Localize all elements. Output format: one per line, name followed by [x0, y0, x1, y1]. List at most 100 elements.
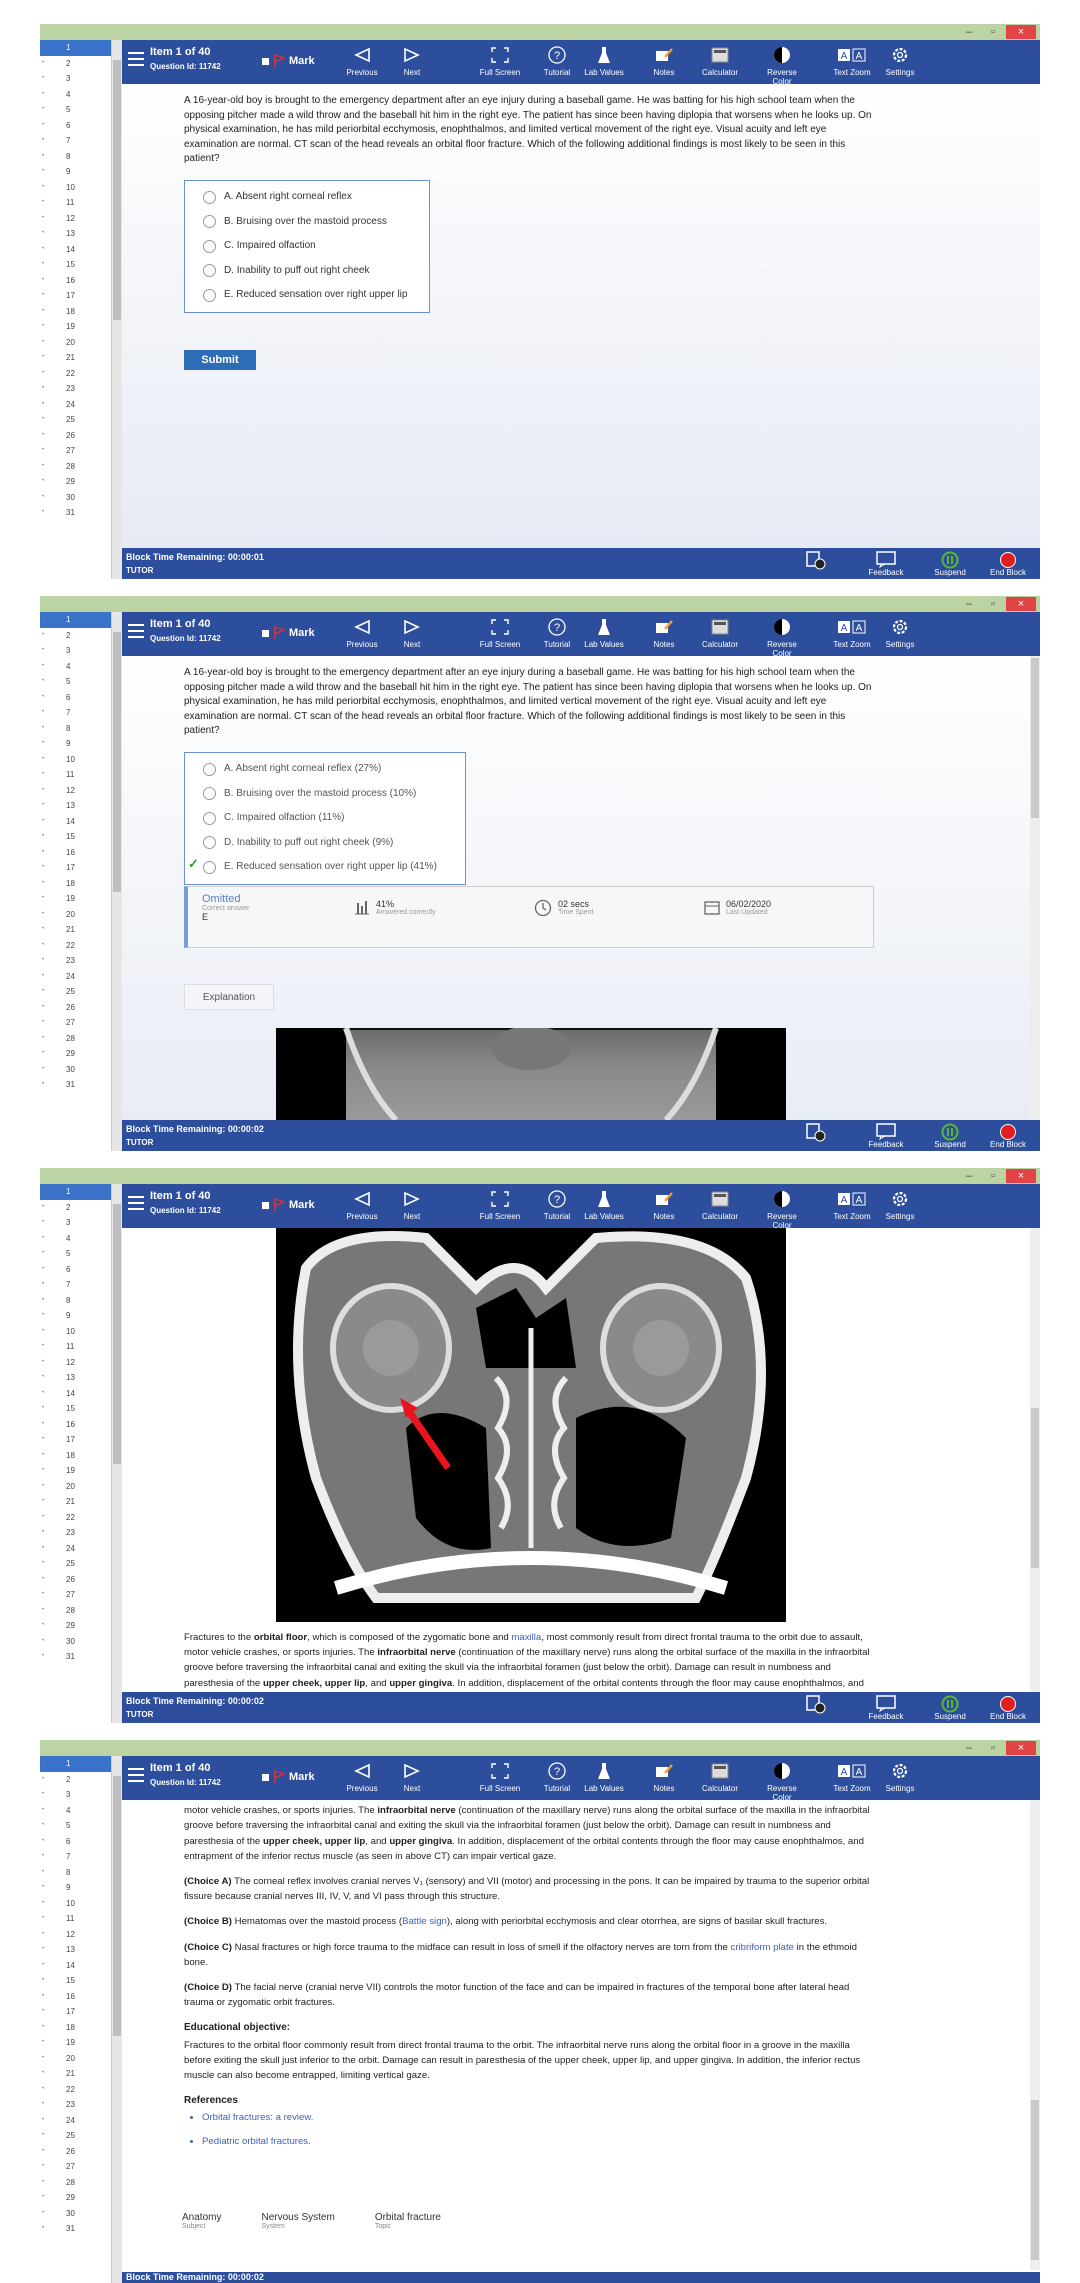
- calculator-button[interactable]: Calculator: [695, 44, 745, 77]
- calculator-button[interactable]: Calculator: [695, 1760, 745, 1793]
- row-number[interactable]: 29: [40, 1618, 111, 1634]
- row-number[interactable]: 31: [40, 2221, 111, 2237]
- calculator-footer-button[interactable]: [796, 1694, 836, 1713]
- menu-icon[interactable]: [128, 1768, 144, 1782]
- row-number[interactable]: 30: [40, 2206, 111, 2222]
- row-number[interactable]: 7: [40, 705, 111, 721]
- notes-button[interactable]: Notes: [639, 1188, 689, 1221]
- row-number[interactable]: 1: [40, 1756, 111, 1772]
- row-number[interactable]: 26: [40, 2144, 111, 2160]
- row-number[interactable]: 28: [40, 1603, 111, 1619]
- row-number[interactable]: 21: [40, 1494, 111, 1510]
- row-number[interactable]: 3: [40, 1215, 111, 1231]
- row-number[interactable]: 9: [40, 736, 111, 752]
- lab-values-button[interactable]: Lab Values: [579, 616, 629, 649]
- previous-button[interactable]: Previous: [337, 616, 387, 649]
- row-number[interactable]: 11: [40, 1911, 111, 1927]
- row-number[interactable]: 8: [40, 1865, 111, 1881]
- row-number[interactable]: 24: [40, 1541, 111, 1557]
- settings-button[interactable]: Settings: [875, 1188, 925, 1221]
- cribriform-plate-link[interactable]: cribriform plate: [731, 1942, 794, 1953]
- row-number[interactable]: 7: [40, 1849, 111, 1865]
- row-number[interactable]: 6: [40, 1262, 111, 1278]
- mark-button[interactable]: Mark: [262, 626, 315, 640]
- row-number[interactable]: 9: [40, 1880, 111, 1896]
- row-number[interactable]: 2: [40, 1772, 111, 1788]
- row-list-scrollbar[interactable]: [112, 40, 122, 579]
- suspend-button[interactable]: Suspend: [930, 1123, 970, 1149]
- row-number[interactable]: 17: [40, 860, 111, 876]
- radio-button[interactable]: [203, 860, 216, 874]
- row-number[interactable]: 13: [40, 1942, 111, 1958]
- row-number[interactable]: 5: [40, 674, 111, 690]
- radio-button[interactable]: [203, 787, 216, 801]
- row-number[interactable]: 5: [40, 1246, 111, 1262]
- calculator-footer-button[interactable]: [796, 1122, 836, 1141]
- row-list-scrollbar[interactable]: [112, 1184, 122, 1723]
- row-number[interactable]: 10: [40, 1324, 111, 1340]
- row-number[interactable]: 17: [40, 288, 111, 304]
- row-list-scrollbar[interactable]: [112, 612, 122, 1151]
- row-number[interactable]: 21: [40, 350, 111, 366]
- settings-button[interactable]: Settings: [875, 1760, 925, 1793]
- row-number[interactable]: 17: [40, 1432, 111, 1448]
- end-block-button[interactable]: End Block: [988, 1695, 1028, 1721]
- full-screen-button[interactable]: Full Screen: [475, 44, 525, 77]
- row-number[interactable]: 15: [40, 1973, 111, 1989]
- end-block-button[interactable]: End Block: [988, 1123, 1028, 1149]
- answer-choice[interactable]: D. Inability to puff out right cheek (9%…: [203, 831, 457, 856]
- row-number[interactable]: 16: [40, 1417, 111, 1433]
- row-list-scrollbar[interactable]: [112, 1756, 122, 2283]
- menu-icon[interactable]: [128, 624, 144, 638]
- tutorial-button[interactable]: ? Tutorial: [532, 616, 582, 649]
- row-number[interactable]: 15: [40, 257, 111, 273]
- mark-button[interactable]: Mark: [262, 1198, 315, 1212]
- mark-checkbox[interactable]: [262, 1773, 269, 1781]
- next-button[interactable]: Next: [387, 44, 437, 77]
- settings-button[interactable]: Settings: [875, 616, 925, 649]
- answer-choice[interactable]: E. Reduced sensation over right upper li…: [203, 283, 421, 308]
- settings-button[interactable]: Settings: [875, 44, 925, 77]
- row-number[interactable]: 25: [40, 2128, 111, 2144]
- notes-button[interactable]: Notes: [639, 616, 689, 649]
- row-number[interactable]: 27: [40, 1587, 111, 1603]
- calculator-button[interactable]: Calculator: [695, 616, 745, 649]
- radio-button[interactable]: [203, 811, 216, 825]
- row-number[interactable]: 1: [40, 40, 111, 56]
- row-number[interactable]: 30: [40, 1634, 111, 1650]
- row-number[interactable]: 28: [40, 1031, 111, 1047]
- row-number[interactable]: 27: [40, 2159, 111, 2175]
- radio-button[interactable]: [203, 215, 216, 229]
- answer-choice[interactable]: A. Absent right corneal reflex (27%): [203, 757, 457, 782]
- row-number[interactable]: 30: [40, 490, 111, 506]
- end-block-button[interactable]: End Block: [988, 551, 1028, 577]
- answer-choice[interactable]: C. Impaired olfaction (11%): [203, 806, 457, 831]
- row-number[interactable]: 18: [40, 1448, 111, 1464]
- calculator-button[interactable]: Calculator: [695, 1188, 745, 1221]
- close-button[interactable]: ×: [1006, 1169, 1036, 1183]
- feedback-button[interactable]: Feedback: [866, 551, 906, 577]
- row-number[interactable]: 12: [40, 1355, 111, 1371]
- row-number[interactable]: 14: [40, 242, 111, 258]
- row-number[interactable]: 15: [40, 829, 111, 845]
- row-number[interactable]: 31: [40, 1649, 111, 1665]
- radio-button[interactable]: [203, 264, 216, 278]
- row-number[interactable]: 30: [40, 1062, 111, 1078]
- row-number[interactable]: 12: [40, 783, 111, 799]
- row-number[interactable]: 3: [40, 71, 111, 87]
- tutorial-button[interactable]: ? Tutorial: [532, 1760, 582, 1793]
- mark-button[interactable]: Mark: [262, 1770, 315, 1784]
- answer-choice[interactable]: A. Absent right corneal reflex: [203, 185, 421, 210]
- row-number[interactable]: 27: [40, 1015, 111, 1031]
- minimize-button[interactable]: –: [958, 1169, 980, 1183]
- radio-button[interactable]: [203, 836, 216, 850]
- row-number[interactable]: 24: [40, 969, 111, 985]
- previous-button[interactable]: Previous: [337, 44, 387, 77]
- radio-button[interactable]: [203, 239, 216, 253]
- row-number[interactable]: 11: [40, 195, 111, 211]
- row-number[interactable]: 14: [40, 814, 111, 830]
- minimize-button[interactable]: –: [958, 25, 980, 39]
- reference-link[interactable]: Orbital fractures: a review.: [202, 2110, 874, 2125]
- row-number[interactable]: 13: [40, 226, 111, 242]
- answer-choice[interactable]: D. Inability to puff out right cheek: [203, 259, 421, 284]
